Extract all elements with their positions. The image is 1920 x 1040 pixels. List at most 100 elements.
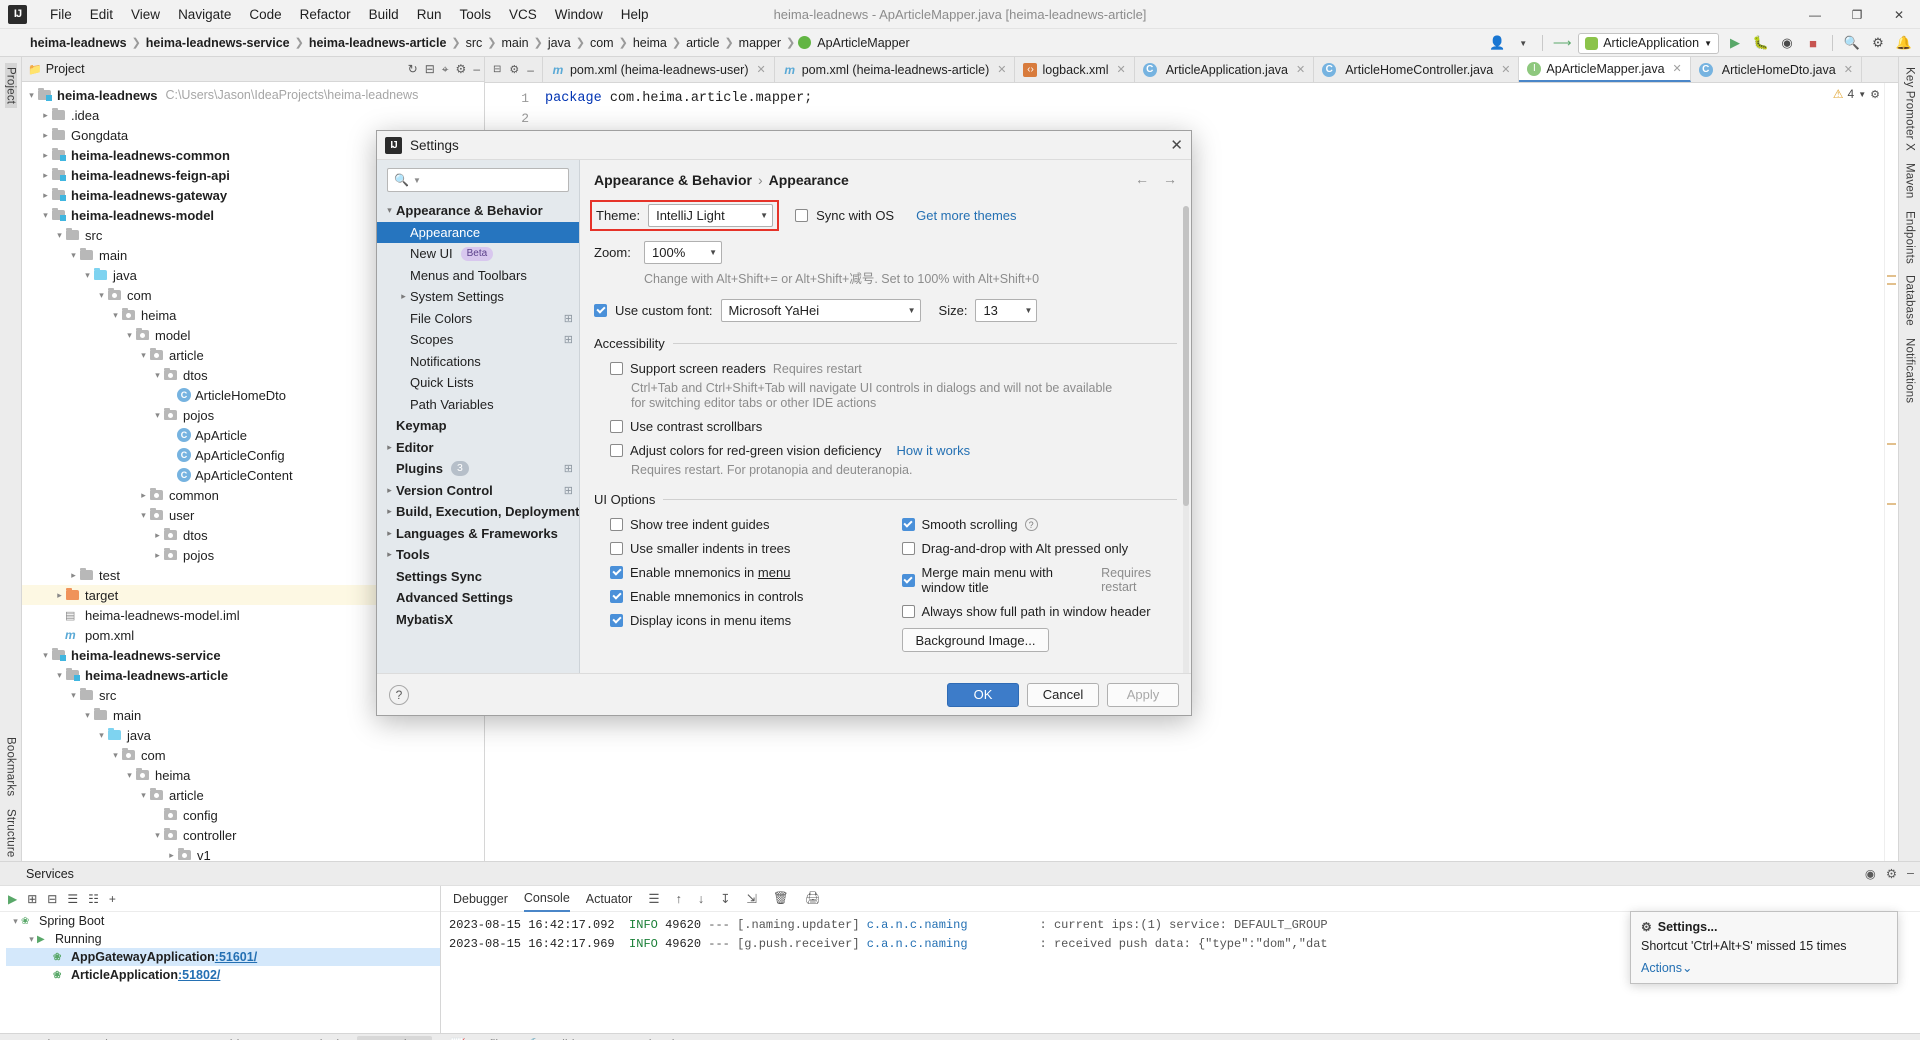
settings-icon[interactable]: ⚙ xyxy=(1868,33,1888,53)
tree-node[interactable]: config xyxy=(22,805,484,825)
chevron-down-icon[interactable]: ▾ xyxy=(40,650,51,661)
smooth-scrolling-checkbox[interactable] xyxy=(902,518,915,531)
close-icon[interactable]: ✕ xyxy=(1844,63,1853,76)
close-icon[interactable]: ✕ xyxy=(1501,63,1510,76)
menu-run[interactable]: Run xyxy=(408,3,451,26)
collapse-all-icon[interactable]: ⊟ xyxy=(47,892,57,906)
background-image-button[interactable]: Background Image... xyxy=(902,628,1050,652)
chevron-down-icon[interactable]: ▾ xyxy=(152,370,163,381)
chevron-down-icon[interactable]: ▼ xyxy=(1513,33,1533,53)
chevron-down-icon[interactable]: ▾ xyxy=(68,250,79,261)
tool-tab-services[interactable]: ◉Services xyxy=(357,1036,432,1040)
support-screen-readers-checkbox[interactable] xyxy=(610,362,623,375)
services-tree-node[interactable]: ▾❀Spring Boot xyxy=(6,912,440,930)
coverage-icon[interactable]: ◉ xyxy=(1777,33,1797,53)
notification-actions-link[interactable]: Actions⌄ xyxy=(1641,960,1887,975)
settings-nav-item-tools[interactable]: ▸Tools xyxy=(377,544,579,566)
adjust-colors-checkbox[interactable] xyxy=(610,444,623,457)
undo-arrow-icon[interactable]: ⟶ xyxy=(1552,33,1572,53)
use-contrast-scrollbars-checkbox[interactable] xyxy=(610,420,623,433)
editor-tab[interactable]: CArticleHomeDto.java✕ xyxy=(1691,57,1862,82)
menu-tools[interactable]: Tools xyxy=(450,3,500,26)
breadcrumb-main[interactable]: main xyxy=(500,36,531,50)
minimize-button[interactable]: — xyxy=(1794,0,1836,29)
chevron-right-icon[interactable]: ▸ xyxy=(68,570,79,581)
menu-code[interactable]: Code xyxy=(240,3,290,26)
sync-icon[interactable]: ↻ xyxy=(408,62,418,76)
close-icon[interactable]: ✕ xyxy=(1673,62,1682,75)
chevron-down-icon[interactable]: ▾ xyxy=(152,830,163,841)
breadcrumb-com[interactable]: com xyxy=(588,36,616,50)
chevron-down-icon[interactable]: ▾ xyxy=(40,210,51,221)
sync-with-os-label[interactable]: Sync with OS xyxy=(816,208,894,223)
down-icon[interactable]: ↓ xyxy=(698,892,704,906)
chevron-right-icon[interactable]: ▸ xyxy=(138,490,149,501)
rail-item-notifications[interactable]: Notifications xyxy=(1904,334,1916,407)
smooth-scrolling-label[interactable]: Smooth scrolling xyxy=(922,517,1018,532)
run-icon[interactable]: ▶ xyxy=(1725,33,1745,53)
close-icon[interactable]: ✕ xyxy=(1296,63,1305,76)
editor-tab[interactable]: mpom.xml (heima-leadnews-article)✕ xyxy=(775,57,1016,82)
show-tree-indent-guides-label[interactable]: Show tree indent guides xyxy=(630,517,769,532)
rail-item-project[interactable]: Project xyxy=(5,63,17,108)
chevron-down-icon[interactable]: ▾ xyxy=(10,916,21,927)
menu-refactor[interactable]: Refactor xyxy=(291,3,360,26)
chevron-right-icon[interactable]: ▸ xyxy=(383,506,396,517)
close-icon[interactable]: ✕ xyxy=(997,63,1006,76)
notification-balloon[interactable]: ⚙ Settings... Shortcut 'Ctrl+Alt+S' miss… xyxy=(1630,911,1898,984)
breadcrumb-mapper[interactable]: mapper xyxy=(737,36,783,50)
print-icon[interactable]: 🖨 xyxy=(805,891,821,906)
show-tree-indent-guides-checkbox[interactable] xyxy=(610,518,623,531)
display-icons-menu-items-checkbox[interactable] xyxy=(610,614,623,627)
editor-tab[interactable]: CArticleHomeController.java✕ xyxy=(1314,57,1519,82)
settings-nav-item-keymap[interactable]: Keymap xyxy=(377,415,579,437)
always-show-full-path-checkbox[interactable] xyxy=(902,605,915,618)
wrap-icon[interactable]: ⇲ xyxy=(747,891,757,906)
settings-nav-item-advanced-settings[interactable]: Advanced Settings xyxy=(377,587,579,609)
settings-nav-item-appearance-behavior[interactable]: ▾Appearance & Behavior xyxy=(377,200,579,222)
chevron-down-icon[interactable]: ▾ xyxy=(152,410,163,421)
chevron-right-icon[interactable]: ▸ xyxy=(383,528,396,539)
scroll-end-icon[interactable]: ↧ xyxy=(720,891,730,906)
close-icon[interactable]: ✕ xyxy=(1116,63,1125,76)
menu-file[interactable]: File xyxy=(41,3,81,26)
service-port-link[interactable]: :51601/ xyxy=(215,950,257,964)
locate-icon[interactable]: ⌖ xyxy=(442,62,449,77)
chevron-down-icon[interactable]: ▼ xyxy=(413,176,421,185)
display-icons-menu-items-label[interactable]: Display icons in menu items xyxy=(630,613,791,628)
breadcrumb-heima-leadnews[interactable]: heima-leadnews xyxy=(28,36,129,50)
editor-tab[interactable]: mpom.xml (heima-leadnews-user)✕ xyxy=(543,57,775,82)
editor-tab[interactable]: CArticleApplication.java✕ xyxy=(1135,57,1315,82)
close-icon[interactable]: ✕ xyxy=(756,63,765,76)
settings-nav-list[interactable]: ▾Appearance & BehaviorAppearanceNew UIBe… xyxy=(377,200,579,673)
settings-nav-item-notifications[interactable]: Notifications xyxy=(377,351,579,373)
add-icon[interactable]: + xyxy=(109,892,116,906)
rail-item-endpoints[interactable]: Endpoints xyxy=(1904,207,1916,268)
settings-nav-item-file-colors[interactable]: File Colors⊞ xyxy=(377,308,579,330)
rail-item-maven[interactable]: Maven xyxy=(1904,159,1916,203)
chevron-right-icon[interactable]: ▸ xyxy=(383,442,396,453)
menu-help[interactable]: Help xyxy=(612,3,658,26)
breadcrumb-heima[interactable]: heima xyxy=(631,36,669,50)
back-arrow-icon[interactable]: ← xyxy=(1135,171,1149,187)
breadcrumb-src[interactable]: src xyxy=(464,36,485,50)
chevron-down-icon[interactable]: ▾ xyxy=(96,730,107,741)
breadcrumb-java[interactable]: java xyxy=(546,36,573,50)
scrollbar-thumb[interactable] xyxy=(1183,206,1189,506)
menu-navigate[interactable]: Navigate xyxy=(169,3,240,26)
enable-mnemonics-menu-checkbox[interactable] xyxy=(610,566,623,579)
editor-tab[interactable]: IApArticleMapper.java✕ xyxy=(1519,57,1690,82)
layout-icon[interactable]: ◉ xyxy=(1865,866,1876,881)
chevron-down-icon[interactable]: ▾ xyxy=(82,710,93,721)
chevron-down-icon[interactable]: ▾ xyxy=(110,310,121,321)
get-more-themes-link[interactable]: Get more themes xyxy=(916,208,1016,223)
settings-icon[interactable]: ⚙ xyxy=(1886,866,1897,881)
chevron-down-icon[interactable]: ▾ xyxy=(26,934,37,945)
adjust-colors-label[interactable]: Adjust colors for red-green vision defic… xyxy=(630,443,881,458)
inspection-widget[interactable]: ⚠ 4 ▼ ⚙ xyxy=(1833,87,1880,101)
font-size-combo[interactable]: 13 ▼ xyxy=(975,299,1037,322)
always-show-full-path-label[interactable]: Always show full path in window header xyxy=(922,604,1151,619)
filter-icon[interactable]: ☰ xyxy=(67,892,78,906)
drag-and-drop-alt-checkbox[interactable] xyxy=(902,542,915,555)
tree-node[interactable]: ▾controller xyxy=(22,825,484,845)
